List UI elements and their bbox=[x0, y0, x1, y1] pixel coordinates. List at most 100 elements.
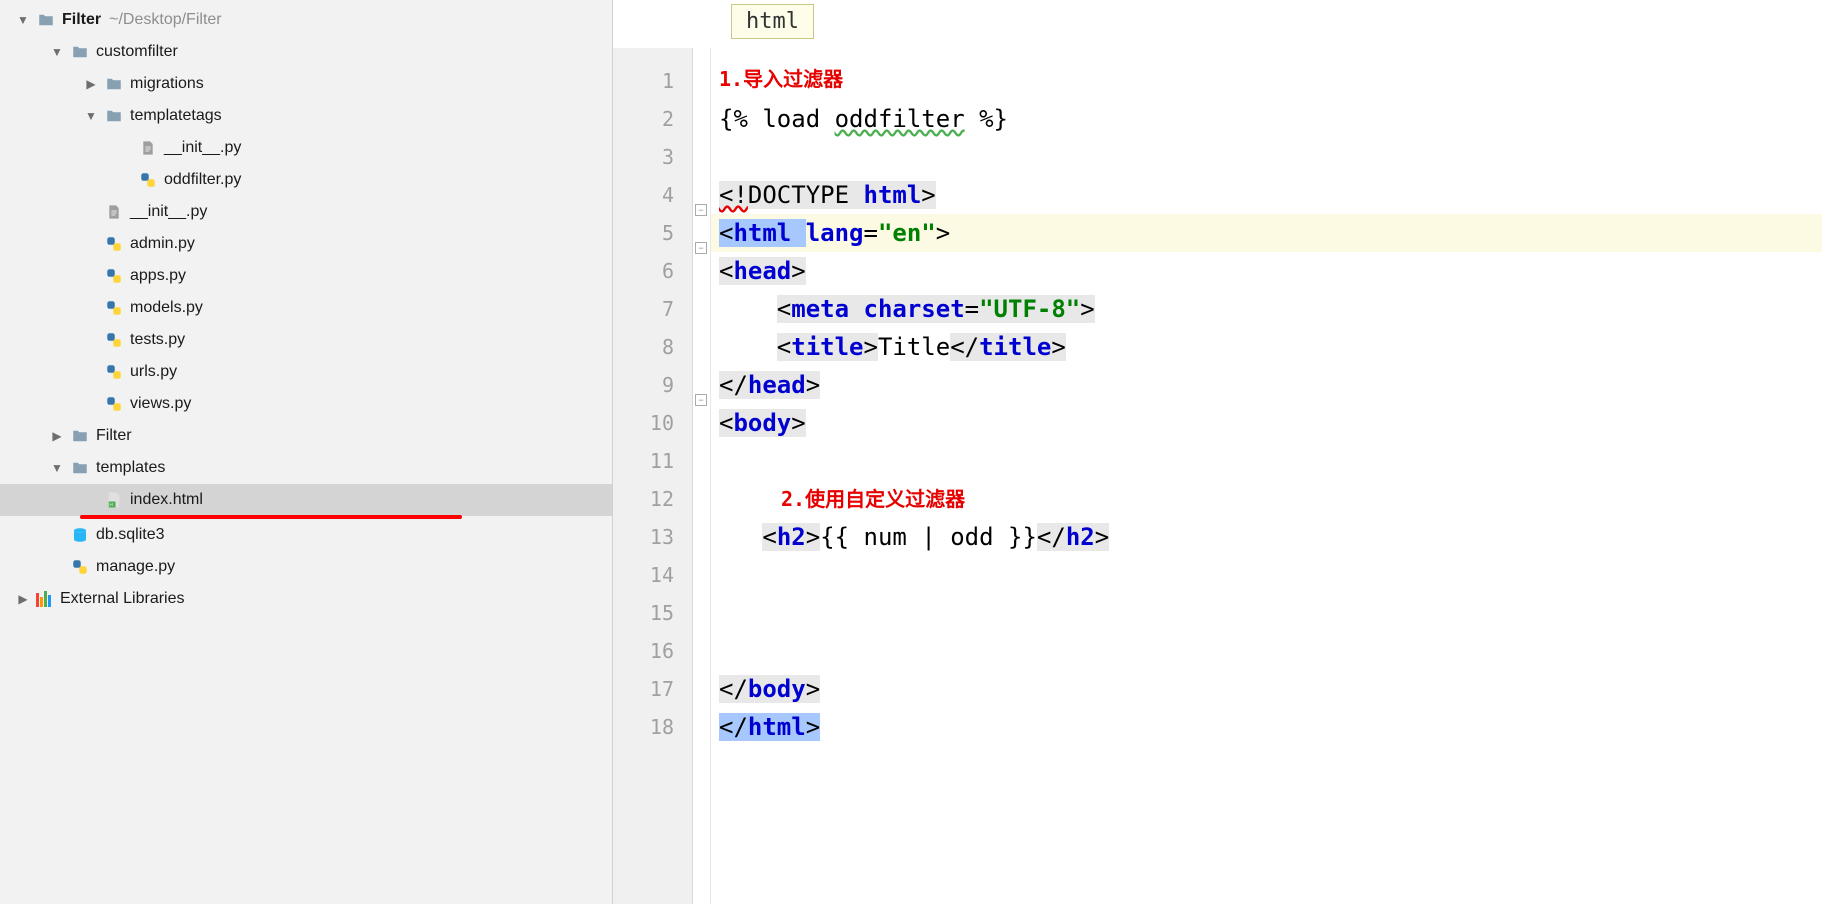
svg-text:H: H bbox=[110, 502, 113, 507]
expand-arrow-icon[interactable] bbox=[48, 459, 66, 477]
tree-item-label: oddfilter.py bbox=[164, 171, 241, 189]
tree-item[interactable]: Filter bbox=[0, 420, 612, 452]
tree-item[interactable]: External Libraries bbox=[0, 583, 612, 615]
tree-item[interactable]: models.py bbox=[0, 292, 612, 324]
tree-item[interactable]: templates bbox=[0, 452, 612, 484]
project-sidebar[interactable]: Filter~/Desktop/Filter customfilter migrat… bbox=[0, 0, 613, 904]
folder-icon bbox=[104, 74, 124, 94]
code-line: <!DOCTYPE html> bbox=[711, 176, 1822, 214]
line-number[interactable]: 2 bbox=[613, 100, 674, 138]
line-number[interactable]: 1 bbox=[613, 62, 674, 100]
line-number[interactable]: 15 bbox=[613, 594, 674, 632]
tree-item-label: manage.py bbox=[96, 558, 175, 576]
line-number[interactable]: 16 bbox=[613, 632, 674, 670]
python-file-icon bbox=[104, 234, 124, 254]
python-file-icon bbox=[70, 557, 90, 577]
tree-item[interactable]: db.sqlite3 bbox=[0, 519, 612, 551]
database-icon bbox=[70, 525, 90, 545]
tree-item[interactable]: views.py bbox=[0, 388, 612, 420]
code-line: <body> bbox=[711, 404, 1822, 442]
line-number[interactable]: 4 bbox=[613, 176, 674, 214]
fold-handle-icon[interactable]: − bbox=[695, 242, 707, 254]
line-number[interactable]: 12 bbox=[613, 480, 674, 518]
tree-item-label: db.sqlite3 bbox=[96, 526, 165, 544]
code-line bbox=[711, 556, 1822, 594]
collapse-arrow-icon[interactable] bbox=[82, 75, 100, 93]
tree-item-label: migrations bbox=[130, 75, 204, 93]
tree-item[interactable]: migrations bbox=[0, 68, 612, 100]
tree-item-label: urls.py bbox=[130, 363, 177, 381]
code-line: <html lang="en"> bbox=[711, 214, 1822, 252]
line-number[interactable]: 3 bbox=[613, 138, 674, 176]
html-file-icon: H bbox=[104, 490, 124, 510]
code-line: <h2>{{ num | odd }}</h2> bbox=[711, 518, 1822, 556]
annotation: 1.导入过滤器 bbox=[719, 60, 843, 98]
expand-arrow-icon[interactable] bbox=[48, 43, 66, 61]
line-number[interactable]: 10 bbox=[613, 404, 674, 442]
text-file-icon bbox=[138, 138, 158, 158]
code-line: </body> bbox=[711, 670, 1822, 708]
tree-item-label: customfilter bbox=[96, 43, 178, 61]
python-file-icon bbox=[104, 298, 124, 318]
tree-item-label: views.py bbox=[130, 395, 191, 413]
line-number[interactable]: 6 bbox=[613, 252, 674, 290]
line-number[interactable]: 14 bbox=[613, 556, 674, 594]
code-line bbox=[711, 594, 1822, 632]
tree-item[interactable]: customfilter bbox=[0, 36, 612, 68]
code-line: <title>Title</title> bbox=[711, 328, 1822, 366]
tree-item[interactable]: __init__.py bbox=[0, 132, 612, 164]
code-line: 2.使用自定义过滤器 bbox=[711, 480, 1822, 518]
tree-item-label: Filter bbox=[62, 11, 101, 29]
tree-item[interactable]: templatetags bbox=[0, 100, 612, 132]
code-line: {% load oddfilter %} bbox=[711, 100, 1822, 138]
tree-item[interactable]: manage.py bbox=[0, 551, 612, 583]
breadcrumb[interactable]: html bbox=[731, 4, 814, 39]
fold-handle-icon[interactable]: − bbox=[695, 204, 707, 216]
line-number[interactable]: 18 bbox=[613, 708, 674, 746]
tree-item-label: External Libraries bbox=[60, 590, 185, 608]
code-content[interactable]: 1.导入过滤器 {% load oddfilter %} <!DOCTYPE h… bbox=[711, 48, 1822, 904]
tree-item[interactable]: Hindex.html bbox=[0, 484, 612, 516]
expand-arrow-icon[interactable] bbox=[14, 11, 32, 29]
tree-item[interactable]: oddfilter.py bbox=[0, 164, 612, 196]
tree-item[interactable]: apps.py bbox=[0, 260, 612, 292]
collapse-arrow-icon[interactable] bbox=[48, 427, 66, 445]
tree-item-label: admin.py bbox=[130, 235, 195, 253]
line-number[interactable]: 11 bbox=[613, 442, 674, 480]
tree-item[interactable]: tests.py bbox=[0, 324, 612, 356]
collapse-arrow-icon[interactable] bbox=[14, 590, 32, 608]
tree-item-label: templates bbox=[96, 459, 165, 477]
tree-item-label: __init__.py bbox=[164, 139, 241, 157]
expand-arrow-icon[interactable] bbox=[82, 107, 100, 125]
tree-item-label: __init__.py bbox=[130, 203, 207, 221]
tree-item[interactable]: urls.py bbox=[0, 356, 612, 388]
tree-item[interactable]: __init__.py bbox=[0, 196, 612, 228]
line-number[interactable]: 17 bbox=[613, 670, 674, 708]
code-line: </html> bbox=[711, 708, 1822, 746]
python-file-icon bbox=[104, 330, 124, 350]
folder-icon bbox=[104, 106, 124, 126]
line-number[interactable]: 9 bbox=[613, 366, 674, 404]
tree-item[interactable]: Filter~/Desktop/Filter bbox=[0, 4, 612, 36]
code-line: 1.导入过滤器 bbox=[711, 62, 1822, 100]
code-editor[interactable]: html 123456789101112131415161718 − − − 1… bbox=[613, 0, 1822, 904]
folder-icon bbox=[70, 42, 90, 62]
line-number[interactable]: 5 bbox=[613, 214, 674, 252]
line-number[interactable]: 7 bbox=[613, 290, 674, 328]
text-file-icon bbox=[104, 202, 124, 222]
tree-item[interactable]: admin.py bbox=[0, 228, 612, 260]
code-line: <meta charset="UTF-8"> bbox=[711, 290, 1822, 328]
line-number[interactable]: 8 bbox=[613, 328, 674, 366]
fold-handle-icon[interactable]: − bbox=[695, 394, 707, 406]
python-file-icon bbox=[138, 170, 158, 190]
project-tree[interactable]: Filter~/Desktop/Filter customfilter migrat… bbox=[0, 0, 612, 619]
tree-item-label: models.py bbox=[130, 299, 203, 317]
python-file-icon bbox=[104, 394, 124, 414]
tree-item-label: templatetags bbox=[130, 107, 222, 125]
fold-column[interactable]: − − − bbox=[693, 48, 711, 904]
line-gutter[interactable]: 123456789101112131415161718 bbox=[613, 48, 693, 904]
python-file-icon bbox=[104, 266, 124, 286]
tree-item-label: index.html bbox=[130, 491, 203, 509]
folder-icon bbox=[70, 426, 90, 446]
line-number[interactable]: 13 bbox=[613, 518, 674, 556]
